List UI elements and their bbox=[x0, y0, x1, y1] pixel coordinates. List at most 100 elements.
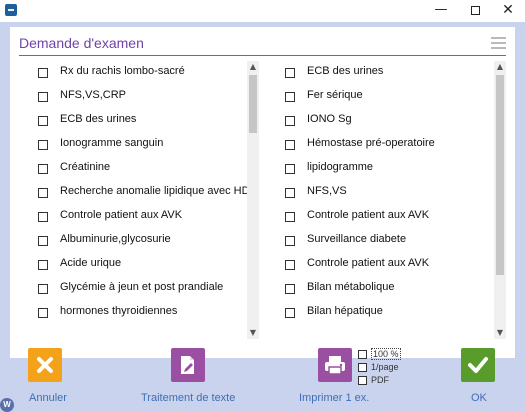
print-button[interactable] bbox=[318, 348, 352, 382]
title-bar: — ✕ bbox=[0, 0, 525, 22]
option-checkbox[interactable] bbox=[358, 350, 367, 359]
exam-checkbox[interactable] bbox=[38, 188, 48, 198]
exam-item[interactable]: Rx du rachis lombo-sacré bbox=[30, 61, 254, 85]
exam-label: Bilan hépatique bbox=[307, 305, 383, 317]
exam-item[interactable]: Controle patient aux AVK bbox=[277, 253, 493, 277]
cancel-label[interactable]: Annuler bbox=[29, 392, 67, 404]
exam-label: ECB des urines bbox=[60, 113, 137, 125]
right-list-scrollbar[interactable]: ▲ ▼ bbox=[494, 61, 506, 339]
maximize-button[interactable] bbox=[458, 0, 492, 22]
exam-label: ECB des urines bbox=[307, 65, 384, 77]
option-label: PDF bbox=[371, 375, 389, 385]
exam-item[interactable]: Bilan hépatique bbox=[277, 301, 493, 325]
minimize-button[interactable]: — bbox=[424, 0, 458, 22]
exam-item[interactable]: Bilan métabolique bbox=[277, 277, 493, 301]
exam-label: Créatinine bbox=[60, 161, 111, 173]
exam-label: NFS,VS bbox=[307, 185, 347, 197]
maximize-icon bbox=[470, 6, 480, 15]
exam-checkbox[interactable] bbox=[38, 68, 48, 78]
exam-label: Controle patient aux AVK bbox=[307, 257, 430, 269]
exam-label: Rx du rachis lombo-sacré bbox=[60, 65, 185, 77]
option-checkbox[interactable] bbox=[358, 363, 367, 372]
exam-checkbox[interactable] bbox=[285, 92, 295, 102]
scroll-down-icon[interactable]: ▼ bbox=[247, 327, 259, 339]
exam-item[interactable]: Recherche anomalie lipidique avec HDL bbox=[30, 181, 254, 205]
exam-label: Surveillance diabete bbox=[307, 233, 407, 245]
panel-title: Demande d'examen bbox=[19, 35, 144, 51]
print-label[interactable]: Imprimer 1 ex. bbox=[299, 392, 369, 404]
exam-checkbox[interactable] bbox=[38, 164, 48, 174]
exam-item[interactable]: IONO Sg bbox=[277, 109, 493, 133]
exam-item[interactable]: NFS,VS,CRP bbox=[30, 85, 254, 109]
exam-checkbox[interactable] bbox=[285, 116, 295, 126]
exam-label: NFS,VS,CRP bbox=[60, 89, 127, 101]
left-exam-list: Rx du rachis lombo-sacré NFS,VS,CRP ECB de… bbox=[30, 61, 254, 339]
left-list-scrollbar[interactable]: ▲ ▼ bbox=[247, 61, 259, 339]
exam-item[interactable]: Surveillance diabete bbox=[277, 229, 493, 253]
scrollbar-thumb[interactable] bbox=[249, 75, 257, 133]
close-icon bbox=[37, 357, 53, 373]
exam-checkbox[interactable] bbox=[285, 140, 295, 150]
exam-item[interactable]: Glycémie à jeun et post prandiale bbox=[30, 277, 254, 301]
exam-checkbox[interactable] bbox=[38, 140, 48, 150]
exam-item[interactable]: Hémostase pré-operatoire bbox=[277, 133, 493, 157]
exam-label: Hémostase pré-operatoire bbox=[307, 137, 435, 149]
exam-label: Glycémie à jeun et post prandiale bbox=[60, 281, 224, 293]
scroll-up-icon[interactable]: ▲ bbox=[494, 61, 506, 73]
exam-checkbox[interactable] bbox=[38, 212, 48, 222]
exam-label: IONO Sg bbox=[307, 113, 352, 125]
exam-checkbox[interactable] bbox=[285, 212, 295, 222]
checkmark-icon bbox=[468, 357, 488, 373]
exam-label: Albuminurie,glycosurie bbox=[60, 233, 171, 245]
exam-checkbox[interactable] bbox=[38, 260, 48, 270]
exam-label: Ionogramme sanguin bbox=[60, 137, 164, 149]
exam-item[interactable]: Fer sérique bbox=[277, 85, 493, 109]
ok-button[interactable] bbox=[461, 348, 495, 382]
exam-label: lipidogramme bbox=[307, 161, 374, 173]
scroll-down-icon[interactable]: ▼ bbox=[494, 327, 506, 339]
exam-item[interactable]: Controle patient aux AVK bbox=[30, 205, 254, 229]
exam-label: Controle patient aux AVK bbox=[307, 209, 430, 221]
exam-checkbox[interactable] bbox=[285, 188, 295, 198]
exam-item[interactable]: ECB des urines bbox=[277, 61, 493, 85]
option-label: 1/page bbox=[371, 362, 399, 372]
exam-checkbox[interactable] bbox=[38, 284, 48, 294]
exam-item[interactable]: lipidogramme bbox=[277, 157, 493, 181]
printer-icon bbox=[325, 356, 345, 375]
exam-checkbox[interactable] bbox=[285, 68, 295, 78]
exam-checkbox[interactable] bbox=[38, 92, 48, 102]
exam-checkbox[interactable] bbox=[285, 284, 295, 294]
exam-item[interactable]: Créatinine bbox=[30, 157, 254, 181]
exam-request-panel: Demande d'examen Rx du rachis lombo-sacr… bbox=[10, 27, 515, 358]
cancel-button[interactable] bbox=[28, 348, 62, 382]
exam-item[interactable]: Controle patient aux AVK bbox=[277, 205, 493, 229]
option-label: 100 % bbox=[371, 348, 401, 360]
exam-checkbox[interactable] bbox=[285, 308, 295, 318]
ok-label[interactable]: OK bbox=[471, 392, 487, 404]
exam-label: Controle patient aux AVK bbox=[60, 209, 183, 221]
exam-label: Bilan métabolique bbox=[307, 281, 395, 293]
hamburger-icon[interactable] bbox=[491, 37, 506, 49]
exam-item[interactable]: NFS,VS bbox=[277, 181, 493, 205]
exam-item[interactable]: Albuminurie,glycosurie bbox=[30, 229, 254, 253]
scrollbar-thumb[interactable] bbox=[496, 75, 504, 275]
dialog-frame: Demande d'examen Rx du rachis lombo-sacr… bbox=[0, 22, 525, 412]
exam-item[interactable]: ECB des urines bbox=[30, 109, 254, 133]
exam-checkbox[interactable] bbox=[38, 236, 48, 246]
exam-item[interactable]: hormones thyroidiennes bbox=[30, 301, 254, 325]
text-editor-label[interactable]: Traitement de texte bbox=[141, 392, 235, 404]
edit-document-icon bbox=[181, 356, 194, 374]
text-editor-button[interactable] bbox=[171, 348, 205, 382]
exam-checkbox[interactable] bbox=[38, 116, 48, 126]
exam-label: hormones thyroidiennes bbox=[60, 305, 178, 317]
exam-checkbox[interactable] bbox=[285, 164, 295, 174]
exam-checkbox[interactable] bbox=[285, 260, 295, 270]
exam-checkbox[interactable] bbox=[285, 236, 295, 246]
title-divider bbox=[19, 55, 506, 56]
scroll-up-icon[interactable]: ▲ bbox=[247, 61, 259, 73]
exam-checkbox[interactable] bbox=[38, 308, 48, 318]
exam-item[interactable]: Acide urique bbox=[30, 253, 254, 277]
close-window-button[interactable]: ✕ bbox=[491, 0, 525, 22]
option-checkbox[interactable] bbox=[358, 376, 367, 385]
exam-item[interactable]: Ionogramme sanguin bbox=[30, 133, 254, 157]
